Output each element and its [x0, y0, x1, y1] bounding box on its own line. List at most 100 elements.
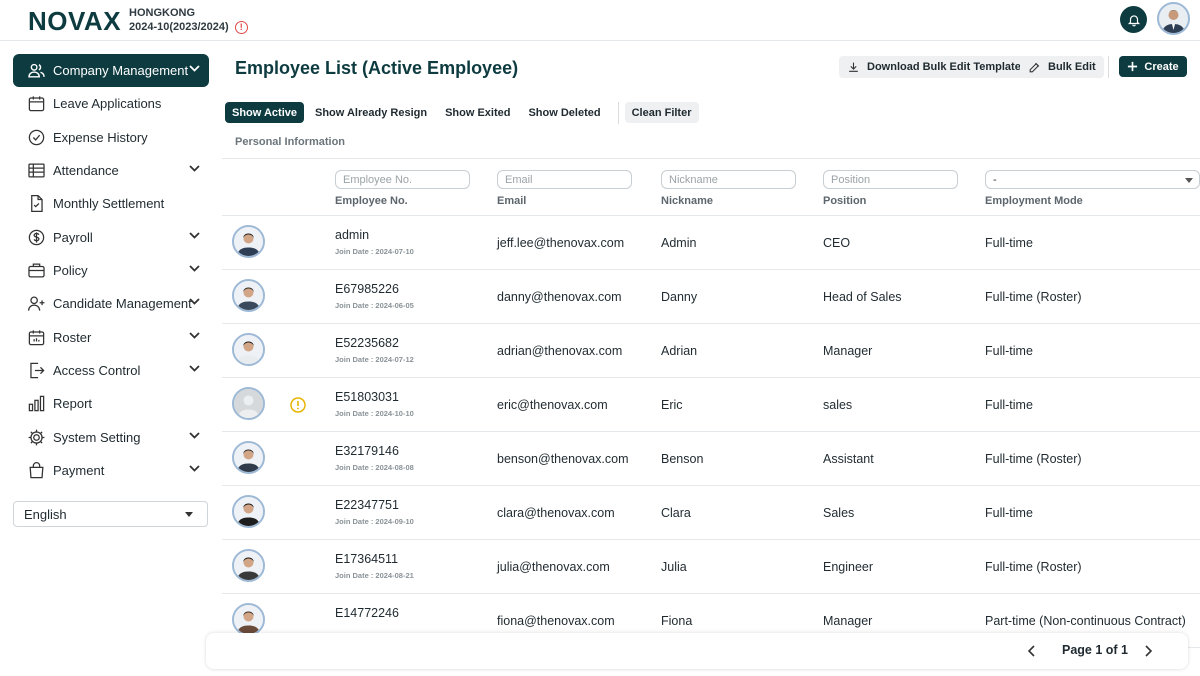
warning-icon[interactable] — [290, 397, 306, 418]
column-header-email[interactable]: Email — [497, 195, 526, 207]
column-header-employment-mode[interactable]: Employment Mode — [985, 195, 1083, 207]
employee-nickname: Clara — [661, 506, 691, 520]
sidebar-item-payroll[interactable]: Payroll — [13, 221, 209, 254]
sidebar-item-monthly-settlement[interactable]: Monthly Settlement — [13, 187, 209, 220]
employee-employment-mode: Full-time (Roster) — [985, 290, 1082, 304]
sidebar-item-expense-history[interactable]: Expense History — [13, 121, 209, 154]
table-row[interactable]: E52235682 Join Date : 2024-07-12 adrian@th… — [222, 324, 1200, 378]
employee-nickname: Danny — [661, 290, 698, 304]
employee-no-filter-input[interactable]: Employee No. — [335, 170, 470, 189]
sidebar-item-candidate-management[interactable]: Candidate Management — [13, 287, 209, 320]
employee-no[interactable]: E17364511 — [335, 552, 398, 566]
employee-avatar[interactable] — [232, 603, 265, 636]
employee-no[interactable]: E22347751 — [335, 498, 399, 512]
brand-logo[interactable]: NOVAX — [28, 6, 121, 37]
table-row[interactable]: E51803031 Join Date : 2024-10-10 eric@then… — [222, 378, 1200, 432]
clean-filter-button[interactable]: Clean Filter — [624, 102, 699, 123]
table-icon — [26, 161, 46, 181]
sidebar-item-label: Payroll — [53, 230, 93, 245]
employee-nickname: Fiona — [661, 614, 693, 628]
nickname-filter-input[interactable]: Nickname — [661, 170, 796, 189]
sidebar-item-label: Monthly Settlement — [53, 196, 165, 211]
email-filter-input[interactable]: Email — [497, 170, 632, 189]
chevron-down-icon — [189, 165, 200, 172]
sidebar-item-access-control[interactable]: Access Control — [13, 354, 209, 387]
employee-position: Sales — [823, 506, 855, 520]
sidebar-item-roster[interactable]: Roster — [13, 321, 209, 354]
employee-no[interactable]: E51803031 — [335, 390, 399, 404]
employee-avatar[interactable] — [232, 225, 265, 258]
button-label: Download Bulk Edit Template — [867, 61, 1021, 73]
show-resign-filter[interactable]: Show Already Resign — [308, 102, 434, 123]
table-row[interactable]: E17364511 Join Date : 2024-08-21 julia@the… — [222, 540, 1200, 594]
chevron-down-icon — [189, 232, 200, 239]
employee-email: danny@thenovax.com — [497, 290, 622, 304]
gear-icon — [26, 428, 46, 448]
join-date: Join Date : 2024-10-10 — [335, 409, 414, 418]
table-row[interactable]: E32179146 Join Date : 2024-08-08 benson@th… — [222, 432, 1200, 486]
table-row[interactable]: admin Join Date : 2024-07-10 jeff.lee@then… — [222, 216, 1200, 270]
employee-avatar[interactable] — [232, 279, 265, 312]
sidebar-item-leave-applications[interactable]: Leave Applications — [13, 87, 209, 120]
column-header-position[interactable]: Position — [823, 195, 866, 207]
door-exit-icon — [26, 361, 46, 381]
employee-email: jeff.lee@thenovax.com — [497, 236, 625, 250]
employee-no[interactable]: E32179146 — [335, 444, 399, 458]
bell-icon — [1127, 14, 1140, 26]
sidebar-item-report[interactable]: Report — [13, 387, 209, 420]
employee-avatar[interactable] — [232, 495, 265, 528]
sidebar-item-policy[interactable]: Policy — [13, 254, 209, 287]
sidebar-item-label: Report — [53, 396, 93, 411]
caret-down-icon — [1185, 178, 1193, 183]
language-select[interactable]: English — [13, 501, 208, 527]
show-deleted-filter[interactable]: Show Deleted — [521, 102, 607, 123]
table-row[interactable]: E22347751 Join Date : 2024-09-10 clara@the… — [222, 486, 1200, 540]
bar-chart-icon — [26, 394, 46, 414]
chevron-left-icon[interactable] — [1028, 645, 1036, 657]
join-date: Join Date : 2024-07-10 — [335, 247, 414, 256]
join-date: Join Date : 2024-09-10 — [335, 517, 414, 526]
employee-position: Manager — [823, 614, 873, 628]
employee-email: julia@thenovax.com — [497, 560, 610, 574]
employee-no[interactable]: E14772246 — [335, 606, 399, 620]
main-content: Employee List (Active Employee) Download… — [222, 41, 1200, 676]
column-header-employee-no[interactable]: Employee No. — [335, 195, 408, 207]
employee-email: clara@thenovax.com — [497, 506, 615, 520]
chevron-right-icon[interactable] — [1144, 645, 1152, 657]
alert-icon[interactable]: ! — [234, 20, 248, 34]
create-button[interactable]: Create — [1119, 56, 1187, 77]
employee-nickname: Adrian — [661, 344, 698, 358]
employee-employment-mode: Full-time — [985, 236, 1033, 250]
employee-no[interactable]: admin — [335, 228, 369, 242]
show-exited-filter[interactable]: Show Exited — [438, 102, 517, 123]
top-bar: NOVAX HONGKONG 2024-10(2023/2024) ! — [0, 0, 1200, 41]
employee-email: adrian@thenovax.com — [497, 344, 623, 358]
employee-avatar[interactable] — [232, 549, 265, 582]
sidebar-item-attendance[interactable]: Attendance — [13, 154, 209, 187]
position-filter-input[interactable]: Position — [823, 170, 958, 189]
table-header: Employee No. Email Nickname Position - E… — [222, 158, 1200, 216]
employee-nickname: Admin — [661, 236, 697, 250]
column-header-nickname[interactable]: Nickname — [661, 195, 713, 207]
sidebar-item-company-management[interactable]: Company Management — [13, 54, 209, 87]
sidebar-item-system-setting[interactable]: System Setting — [13, 421, 209, 454]
download-template-button[interactable]: Download Bulk Edit Template — [839, 56, 1029, 78]
show-active-filter[interactable]: Show Active — [225, 102, 304, 123]
employee-avatar[interactable] — [232, 333, 265, 366]
users-icon — [26, 61, 46, 81]
user-avatar[interactable] — [1157, 2, 1190, 35]
employee-position: Manager — [823, 344, 873, 358]
employee-avatar[interactable] — [232, 441, 265, 474]
employee-avatar[interactable] — [232, 387, 265, 420]
sidebar-item-label: System Setting — [53, 430, 141, 445]
payroll-period: 2024-10(2023/2024) — [129, 21, 229, 33]
company-info[interactable]: HONGKONG 2024-10(2023/2024) ! — [129, 6, 248, 34]
notification-button[interactable] — [1120, 6, 1147, 33]
sidebar-item-payment[interactable]: Payment — [13, 454, 209, 487]
bulk-edit-button[interactable]: Bulk Edit — [1020, 56, 1104, 78]
employee-no[interactable]: E67985226 — [335, 282, 399, 296]
table-row[interactable]: E67985226 Join Date : 2024-06-05 danny@the… — [222, 270, 1200, 324]
employee-no[interactable]: E52235682 — [335, 336, 399, 350]
calendar-icon — [26, 94, 46, 114]
employment-mode-filter-select[interactable]: - — [985, 170, 1200, 189]
